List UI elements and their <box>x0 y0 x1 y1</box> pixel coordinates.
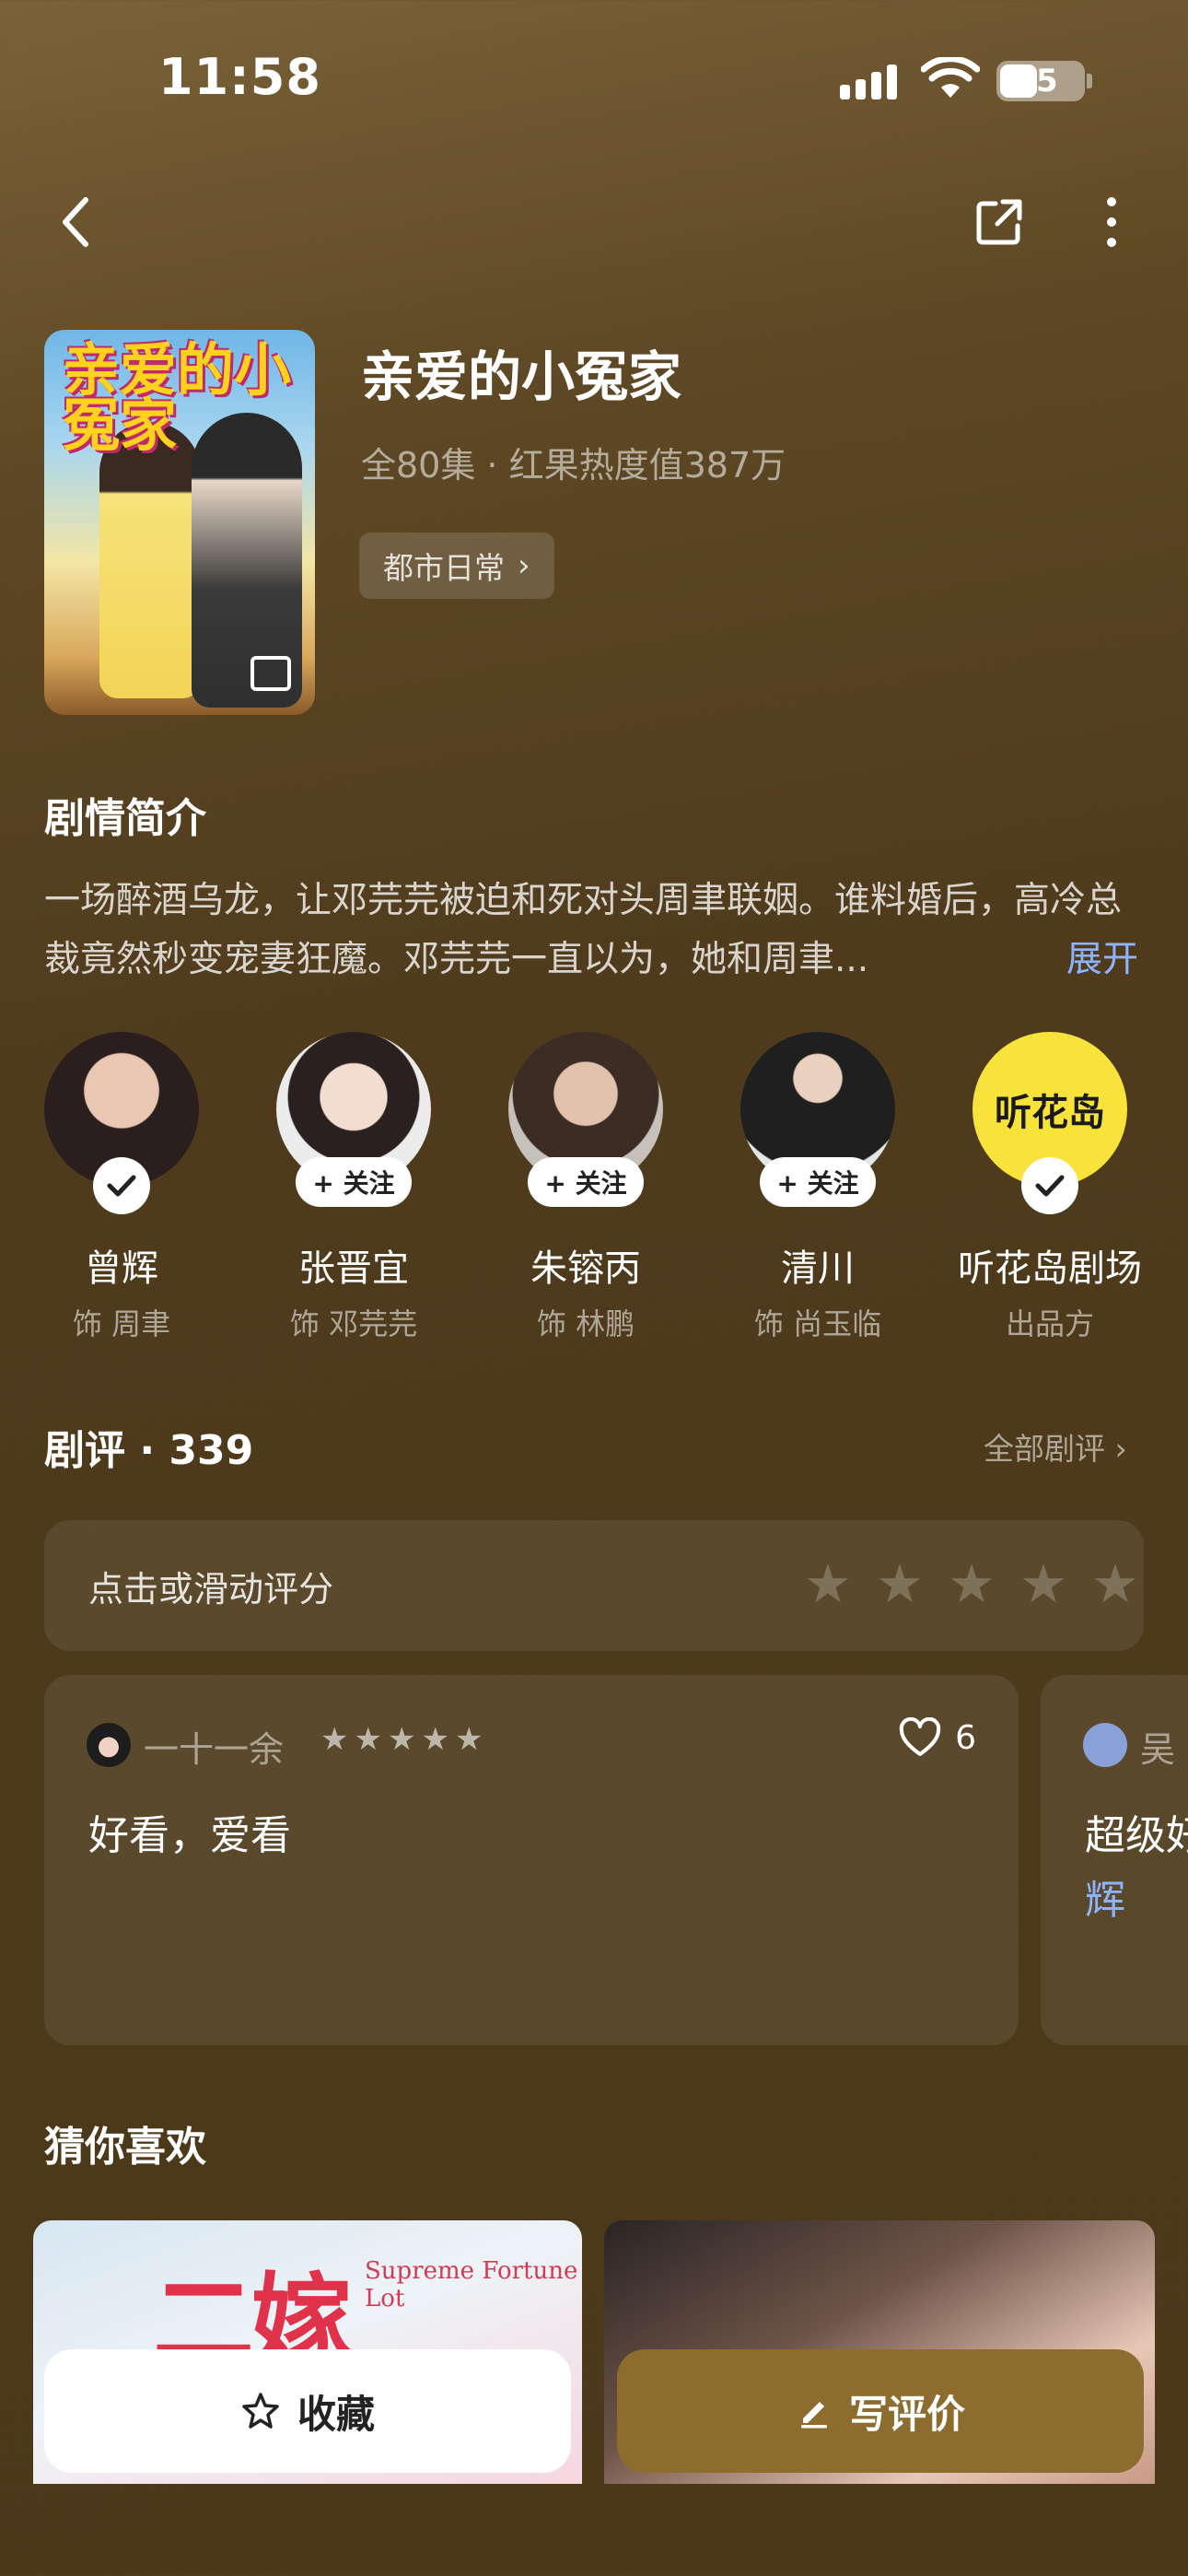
follow-button[interactable]: + 关注 <box>296 1157 412 1207</box>
share-button[interactable] <box>967 190 1031 254</box>
star-icon[interactable]: ★ <box>1089 1553 1142 1614</box>
star-outline-icon <box>242 2393 279 2429</box>
battery-nub <box>1087 74 1092 88</box>
mention-link[interactable]: 辉 <box>1085 1867 1125 1926</box>
drama-title: 亲爱的小冤家 <box>361 345 682 408</box>
cast-name: 清川 <box>781 1247 855 1290</box>
reviews-title: 剧评 · 339 <box>44 1427 254 1474</box>
rating-input[interactable]: 点击或滑动评分 ★ ★ ★ ★ ★ <box>44 1520 1144 1651</box>
drama-meta: 全80集 · 红果热度值387万 <box>361 445 786 486</box>
star-icon: ★ <box>320 1721 349 1758</box>
expand-link[interactable]: 展开 <box>1066 931 1138 989</box>
battery-icon: 45 <box>996 61 1085 101</box>
star-icon: ★ <box>387 1721 416 1758</box>
image-gallery-icon[interactable] <box>250 656 291 691</box>
rating-prompt: 点击或滑动评分 <box>88 1569 334 1610</box>
cast-member[interactable]: 曾辉 饰 周聿 <box>43 1032 200 1343</box>
cellular-signal-icon <box>840 63 897 100</box>
collect-label: 收藏 <box>297 2391 375 2437</box>
cast-role: 饰 林鹏 <box>536 1306 635 1341</box>
star-icon: ★ <box>421 1721 449 1758</box>
wifi-icon <box>921 57 980 98</box>
follow-button[interactable]: + 关注 <box>528 1157 644 1207</box>
check-icon <box>107 1175 136 1197</box>
cast-name: 听花岛剧场 <box>958 1247 1142 1290</box>
review-card[interactable]: 一十一余 ★ ★ ★ ★ ★ 6 好看，爱看 <box>44 1675 1019 2045</box>
review-username: 吴 <box>1140 1729 1176 1770</box>
write-review-button[interactable]: 写评价 <box>617 2349 1144 2473</box>
cast-role: 出品方 <box>1005 1306 1094 1341</box>
star-icon: ★ <box>354 1721 382 1758</box>
genre-tag[interactable]: 都市日常 › <box>359 533 554 599</box>
producer-logo: 听花岛 <box>995 1092 1105 1134</box>
cast-role: 饰 邓芫芫 <box>289 1306 418 1341</box>
battery-level: 45 <box>1014 63 1058 100</box>
star-icon[interactable]: ★ <box>873 1553 926 1614</box>
more-button[interactable] <box>1079 190 1144 254</box>
synopsis-title: 剧情简介 <box>44 795 206 842</box>
recommend-title: 猜你喜欢 <box>44 2124 206 2171</box>
cast-name: 朱镕丙 <box>530 1247 641 1290</box>
like-button[interactable]: 6 <box>898 1717 976 1758</box>
followed-check-button[interactable] <box>93 1157 150 1214</box>
cast-member[interactable]: + 关注 张晋宜 饰 邓芫芫 <box>275 1032 432 1343</box>
all-reviews-link[interactable]: 全部剧评 › <box>984 1424 1127 1469</box>
cast-role: 饰 尚玉临 <box>753 1306 882 1341</box>
recommend-poster-subtitle: Supreme Fortune Lot <box>365 2257 578 2313</box>
review-text: 超级好 <box>1085 1812 1188 1859</box>
followed-check-button[interactable] <box>1021 1157 1078 1214</box>
poster-title: 亲爱的小冤家 <box>63 336 292 459</box>
back-button[interactable] <box>44 190 109 254</box>
check-icon <box>1035 1175 1065 1197</box>
chevron-right-icon: › <box>518 547 530 584</box>
more-vertical-icon <box>1107 197 1116 247</box>
cast-member[interactable]: + 关注 朱镕丙 饰 林鹏 <box>507 1032 664 1343</box>
star-icon[interactable]: ★ <box>945 1553 998 1614</box>
review-text: 好看，爱看 <box>88 1812 291 1859</box>
chevron-left-icon <box>63 197 88 247</box>
pencil-icon <box>800 2402 827 2429</box>
status-time: 11:58 <box>158 48 321 106</box>
star-icon[interactable]: ★ <box>1017 1553 1070 1614</box>
like-count: 6 <box>955 1718 976 1757</box>
status-bar: 11:58 45 <box>0 0 1188 157</box>
genre-label: 都市日常 <box>383 550 505 586</box>
cast-name: 曾辉 <box>85 1247 158 1290</box>
avatar <box>1083 1723 1127 1767</box>
collect-button[interactable]: 收藏 <box>44 2349 571 2473</box>
drama-poster[interactable]: 亲爱的小冤家 <box>44 330 315 715</box>
poster-figure <box>99 422 201 698</box>
star-icon: ★ <box>454 1721 483 1758</box>
cast-member[interactable]: 听花岛 听花岛剧场 出品方 <box>958 1032 1142 1343</box>
synopsis-text: 一场醉酒乌龙，让邓芫芫被迫和死对头周聿联姻。谁料婚后，高冷总裁竟然秒变宠妻狂魔。… <box>44 880 1123 980</box>
review-username: 一十一余 <box>144 1729 285 1770</box>
avatar <box>87 1723 131 1767</box>
cast-name: 张晋宜 <box>298 1247 409 1290</box>
rating-stars[interactable]: ★ ★ ★ ★ ★ <box>801 1553 1142 1614</box>
review-card[interactable]: 吴 超级好 辉 <box>1041 1675 1188 2045</box>
star-icon[interactable]: ★ <box>801 1553 855 1614</box>
follow-button[interactable]: + 关注 <box>760 1157 876 1207</box>
heart-icon <box>899 1717 941 1756</box>
share-icon <box>976 199 1022 245</box>
write-review-label: 写评价 <box>848 2391 965 2437</box>
cast-role: 饰 周聿 <box>72 1306 171 1341</box>
cast-member[interactable]: + 关注 清川 饰 尚玉临 <box>740 1032 896 1343</box>
review-rating: ★ ★ ★ ★ ★ <box>320 1721 483 1758</box>
